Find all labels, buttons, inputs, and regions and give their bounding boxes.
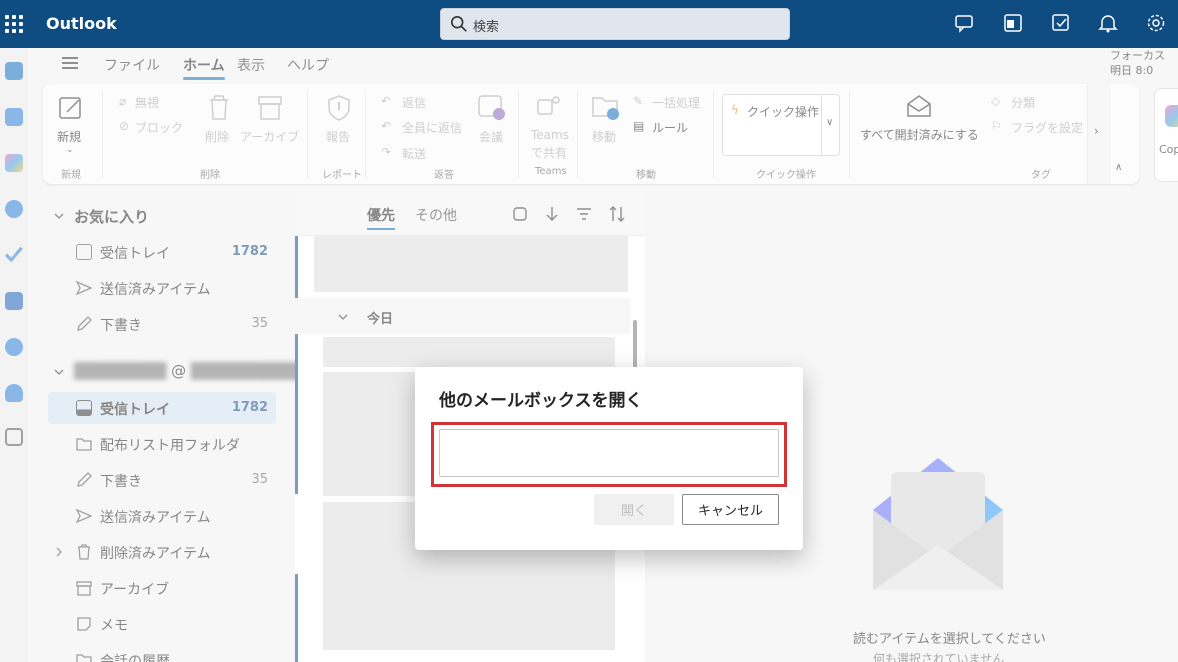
dialog-title: 他のメールボックスを開く (439, 391, 643, 411)
modal-overlay (0, 48, 1178, 662)
outlook-mail-icon[interactable] (1002, 12, 1024, 34)
search-icon (450, 15, 467, 32)
bell-icon[interactable] (1097, 12, 1119, 34)
open-mailbox-dialog: 他のメールボックスを開く 開く キャンセル (415, 367, 803, 550)
cancel-button[interactable]: キャンセル (682, 494, 779, 525)
app-launcher-icon[interactable] (5, 15, 23, 33)
search-placeholder: 検索 (473, 20, 500, 35)
top-bar: Outlook 検索 (0, 0, 1178, 48)
settings-gear-icon[interactable] (1145, 12, 1167, 34)
todo-icon[interactable] (1050, 12, 1072, 34)
mailbox-input[interactable] (439, 429, 779, 477)
open-button[interactable]: 開く (594, 494, 674, 525)
teams-chat-icon[interactable] (954, 12, 976, 34)
search-box[interactable]: 検索 (440, 8, 790, 40)
app-title[interactable]: Outlook (46, 14, 117, 33)
